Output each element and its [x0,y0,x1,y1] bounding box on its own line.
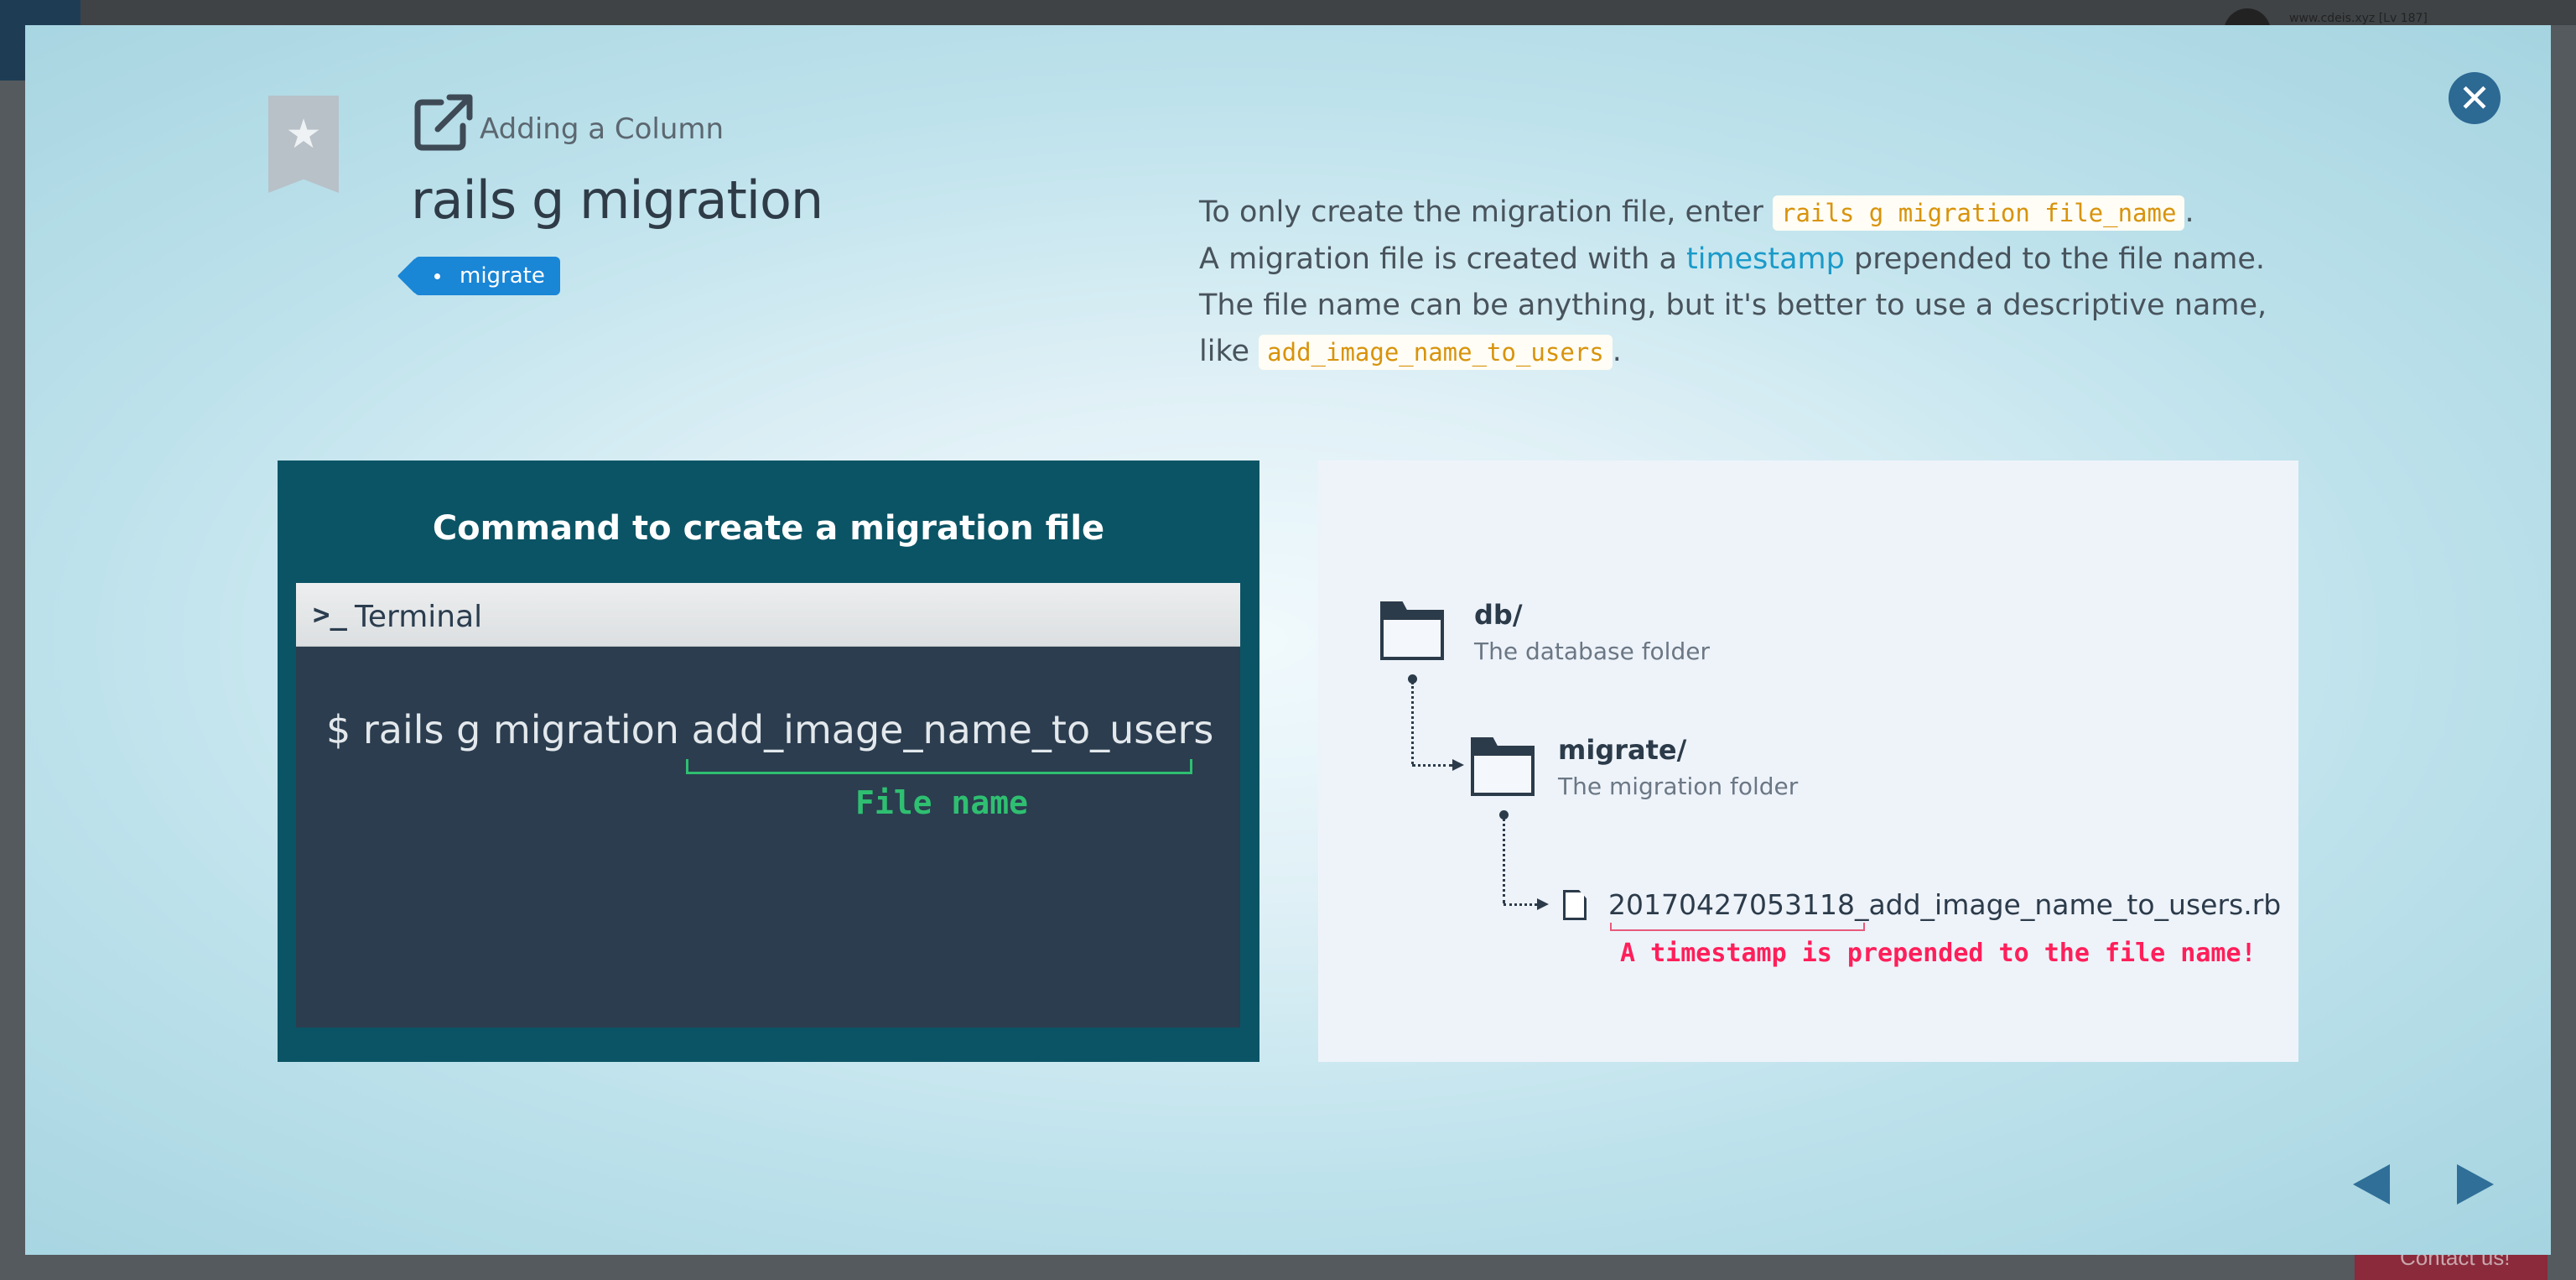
description-text: like [1199,335,1250,368]
tag-dot [434,273,440,279]
lesson-label: Adding a Column [480,112,724,146]
terminal-window: >_ Terminal $ rails g migration add_imag… [296,583,1240,1028]
folder-tree-figure: db/ The database folder migrate/ The mig… [1318,460,2298,1062]
tree-arrow [1452,759,1464,771]
tag-badge[interactable]: migrate [414,257,560,295]
tree-connector [1503,818,1505,903]
description-line-3: The file name can be anything, but it's … [1199,289,2267,322]
page-title: rails g migration [411,169,823,231]
inline-code: rails g migration file_name [1773,195,2185,231]
tree-arrow [1537,898,1549,910]
tree-connector [1412,764,1452,767]
timestamp-link[interactable]: timestamp [1686,242,1845,276]
description-text: prepended to the file name. [1853,242,2266,276]
description-text: A migration file is created with a [1199,242,1677,276]
description: To only create the migration file, enter… [1199,190,2306,376]
description-text: . [1612,335,1622,368]
file-name-annotation: File name [855,784,1028,821]
bookmark-icon[interactable]: ★ [268,96,339,193]
background-topbar [0,0,2576,25]
figure-title: Command to create a migration file [432,509,1105,548]
terminal-icon: >_ [313,598,347,632]
migrate-folder-desc: The migration folder [1558,773,1799,800]
close-button[interactable]: ✕ [2449,72,2501,124]
arrow-right-icon[interactable] [2457,1164,2494,1205]
terminal-header: >_ Terminal [296,583,1240,647]
description-line-1: To only create the migration file, enter… [1199,190,2306,237]
timestamp-underline [1610,923,1865,931]
file-icon [1563,890,1587,920]
background-url-hint: www.cdeis.xyz [Lv 187] [2289,12,2428,25]
migration-file-name: 20170427053118_add_image_name_to_users.r… [1608,888,2282,921]
terminal-command: $ rails g migration add_image_name_to_us… [326,707,1214,752]
description-text: . [2184,195,2194,229]
external-link-icon[interactable] [413,92,475,153]
file-name-bracket [686,759,1192,774]
slide-modal: ✕ ★ Adding a Column rails g migration mi… [25,25,2551,1255]
arrow-left-icon[interactable] [2353,1164,2390,1205]
tag-label: migrate [460,263,545,289]
db-folder-desc: The database folder [1474,637,1710,665]
inline-code: add_image_name_to_users [1259,335,1613,370]
description-text: To only create the migration file, enter [1199,195,1763,229]
migrate-folder-name: migrate/ [1558,734,1687,766]
tree-connector [1411,682,1414,764]
description-line-2: A migration file is created with a times… [1199,237,2306,283]
timestamp-note: A timestamp is prepended to the file nam… [1620,939,2257,968]
db-folder-name: db/ [1474,599,1523,631]
terminal-figure: Command to create a migration file >_ Te… [278,460,1259,1062]
description-line-4: like add_image_name_to_users. [1199,329,2306,376]
terminal-label: Terminal [355,600,483,634]
tree-connector [1504,903,1537,906]
close-icon: ✕ [2458,75,2491,121]
star-icon: ★ [285,111,322,158]
